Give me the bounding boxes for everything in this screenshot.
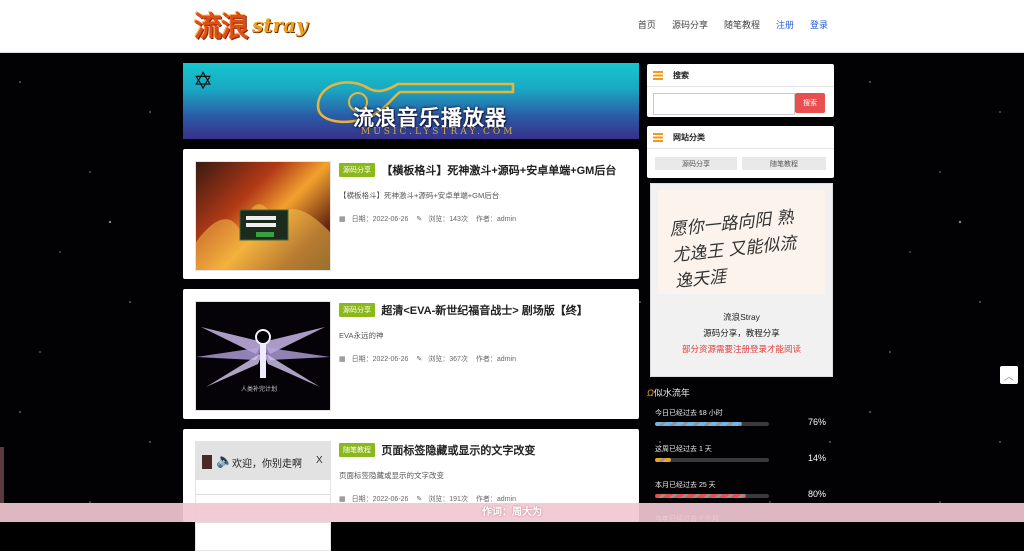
logo-en-text: stray <box>252 13 308 37</box>
calendar-icon: ▦ <box>339 216 346 223</box>
post-info: 源码分享 【横板格斗】死神激斗+源码+安卓单端+GM后台 【横板格斗】死神激斗+… <box>339 162 629 224</box>
lyric-bar: 作词：周大为 <box>0 503 1024 522</box>
left-edge-strip <box>0 447 4 503</box>
calendar-icon: ▦ <box>339 356 346 363</box>
post-thumbnail[interactable] <box>195 161 331 271</box>
nav-home[interactable]: 首页 <box>638 18 656 31</box>
profile-name: 流浪Stray <box>723 312 760 322</box>
nav-source-share[interactable]: 源码分享 <box>672 18 708 31</box>
nav-essays[interactable]: 随笔教程 <box>724 18 760 31</box>
banner-subtitle: MUSIC.LYSTRAY.COM <box>361 127 516 137</box>
scroll-top-button[interactable]: ︿ <box>1000 366 1018 384</box>
calligraphy-image: 愿你一路向阳 熟尤逸王 又能似流逸天涯 <box>658 190 825 294</box>
pencil-icon: ✎ <box>416 216 423 223</box>
browser-tab-mock: 🔈 欢迎，你别走啊 X <box>196 442 330 480</box>
nav-login[interactable]: 登录 <box>810 18 828 31</box>
post-author: 作者：admin <box>475 216 516 223</box>
tab-title: 欢迎，你别走啊 <box>232 459 302 470</box>
game-screenshot-art <box>196 204 330 270</box>
post-excerpt: 页面标签隐藏或显示的文字改变 <box>339 471 444 480</box>
progress-bar <box>655 494 769 498</box>
profile-note: 部分资源需要注册登录才能阅读 <box>681 344 801 354</box>
categories-widget: 网站分类 源码分享 随笔教程 <box>647 126 834 178</box>
calendar-icon: ▦ <box>339 496 346 503</box>
author-profile-card: 愿你一路向阳 熟尤逸王 又能似流逸天涯 流浪Stray 源码分享，教程分享 部分… <box>650 183 833 377</box>
search-widget: 搜索 搜索 <box>647 64 834 117</box>
post-title[interactable]: 【横板格斗】死神激斗+源码+安卓单端+GM后台 <box>381 165 616 177</box>
post-thumbnail[interactable]: 🔈 欢迎，你别走啊 X <box>195 441 331 551</box>
speaker-muted-icon: 🔈 <box>216 452 234 468</box>
progress-fill <box>655 422 742 426</box>
progress-percent: 76% <box>808 417 827 427</box>
category-tag[interactable]: 源码分享 <box>339 163 375 177</box>
post-author: 作者：admin <box>475 356 516 363</box>
post-title[interactable]: 页面标签隐藏或显示的文字改变 <box>381 445 535 457</box>
progress-fill <box>655 458 671 462</box>
time-row: 今日已经过去 18 小时 76% <box>655 408 835 427</box>
post-title[interactable]: 超清<EVA-新世纪福音战士> 剧场版【终】 <box>381 305 587 317</box>
post-date: 日期：2022-06-26 <box>351 216 409 223</box>
search-input[interactable] <box>653 93 795 115</box>
post-info: 随笔教程 页面标签隐藏或显示的文字改变 页面标签隐藏或显示的文字改变 ▦ 日期：2… <box>339 442 629 504</box>
music-player-banner[interactable]: ✡ 流浪音乐播放器 MUSIC.LYSTRAY.COM <box>183 63 639 139</box>
list-icon <box>653 132 663 142</box>
category-source-share[interactable]: 源码分享 <box>655 157 737 170</box>
logo-cn-text: 流浪 <box>194 10 249 43</box>
tab-favicon <box>202 455 212 469</box>
nav-register[interactable]: 注册 <box>776 18 794 31</box>
search-button[interactable]: 搜索 <box>795 93 825 113</box>
title-mark: Ω <box>647 388 654 398</box>
post-info: 源码分享 超清<EVA-新世纪福音战士> 剧场版【终】 EVA永远的神 ▦ 日期：… <box>339 302 629 364</box>
list-icon <box>653 70 663 80</box>
star-of-david-icon: ✡ <box>193 68 214 95</box>
post-views: 浏览：191次 <box>428 496 468 503</box>
time-row: 这周已经过去 1 天 14% <box>655 444 835 463</box>
post-date: 日期：2022-06-26 <box>351 496 409 503</box>
widget-title: 网站分类 <box>673 132 705 142</box>
progress-percent: 14% <box>808 453 827 463</box>
post-views: 浏览：367次 <box>428 356 468 363</box>
post-author: 作者：admin <box>475 496 516 503</box>
top-navbar: 流浪 stray 首页 源码分享 随笔教程 注册 登录 <box>0 0 1024 53</box>
thumb-caption: 人类补完计划 <box>241 387 278 393</box>
pencil-icon: ✎ <box>416 356 423 363</box>
category-tag[interactable]: 源码分享 <box>339 303 375 317</box>
eva-wings-art <box>196 327 330 387</box>
time-progress-title: Ω似水流年 <box>647 386 690 399</box>
post-card: 人类补完计划 源码分享 超清<EVA-新世纪福音战士> 剧场版【终】 EVA永远… <box>183 289 639 419</box>
calligraphy-text: 愿你一路向阳 熟尤逸王 又能似流逸天涯 <box>668 207 798 293</box>
profile-desc: 源码分享，教程分享 <box>703 328 780 338</box>
time-row: 本月已经过去 25 天 80% <box>655 480 835 499</box>
site-logo[interactable]: 流浪 stray <box>194 6 308 44</box>
post-thumbnail[interactable]: 人类补完计划 <box>195 301 331 411</box>
widget-header: 网站分类 <box>647 126 834 149</box>
progress-bar <box>655 422 769 426</box>
progress-percent: 80% <box>808 489 827 499</box>
post-date: 日期：2022-06-26 <box>351 356 409 363</box>
post-meta: ▦ 日期：2022-06-26 ✎ 浏览：143次 作者：admin <box>339 214 629 224</box>
post-meta: ▦ 日期：2022-06-26 ✎ 浏览：367次 作者：admin <box>339 354 629 364</box>
post-excerpt: 【横板格斗】死神激斗+源码+安卓单端+GM后台 <box>339 191 500 200</box>
progress-bar <box>655 458 769 462</box>
progress-fill <box>655 494 747 498</box>
post-card: 源码分享 【横板格斗】死神激斗+源码+安卓单端+GM后台 【横板格斗】死神激斗+… <box>183 149 639 279</box>
close-icon: X <box>316 455 323 466</box>
pencil-icon: ✎ <box>416 496 423 503</box>
post-excerpt: EVA永远的神 <box>339 331 384 340</box>
widget-header: 搜索 <box>647 64 834 87</box>
category-tag[interactable]: 随笔教程 <box>339 443 375 457</box>
category-essays[interactable]: 随笔教程 <box>742 157 826 170</box>
post-views: 浏览：143次 <box>428 216 468 223</box>
main-nav: 首页 源码分享 随笔教程 注册 登录 <box>622 18 828 31</box>
widget-title: 搜索 <box>673 70 689 80</box>
time-title-text: 似水流年 <box>653 388 690 398</box>
